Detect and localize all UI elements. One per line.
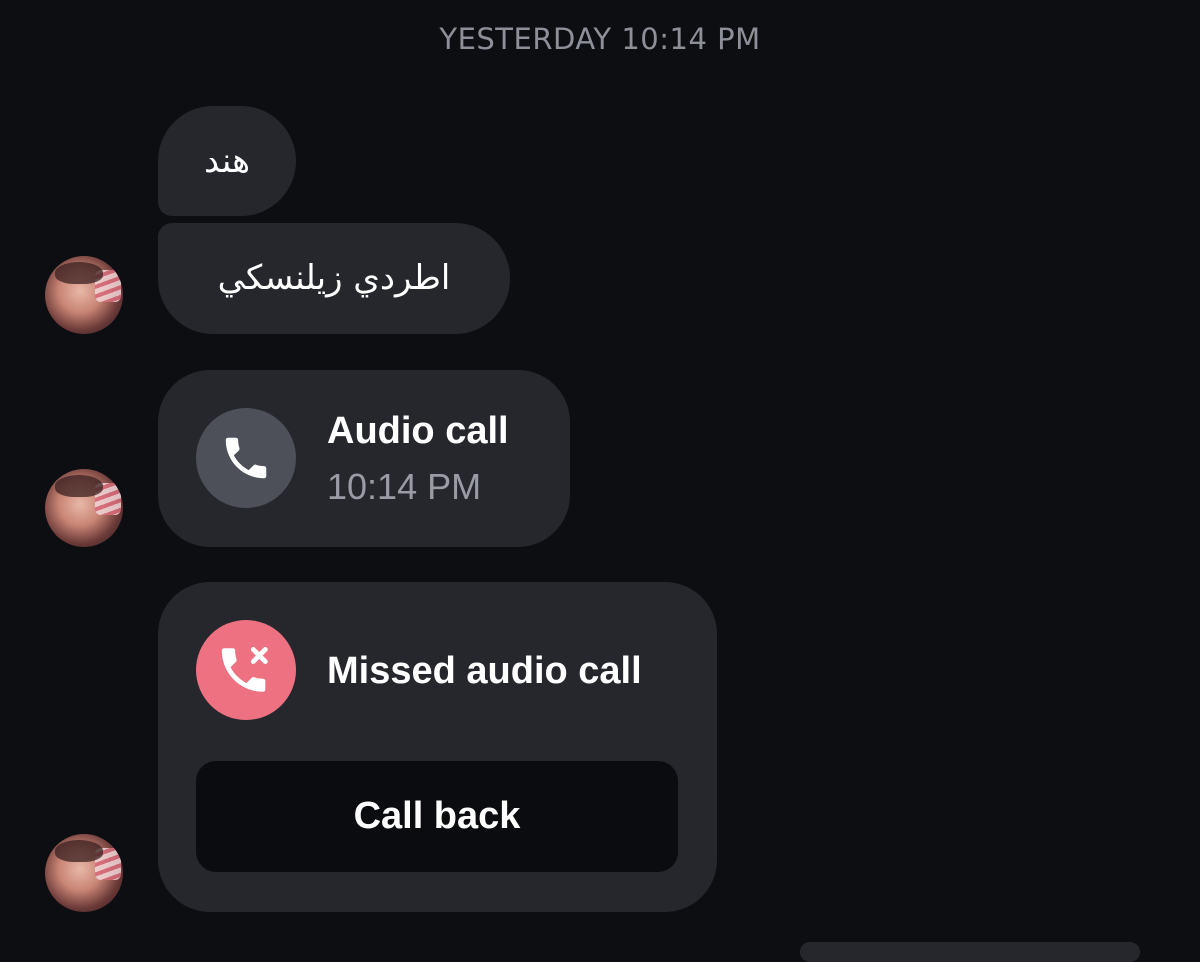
phone-icon xyxy=(225,437,267,479)
audio-call-time: 10:14 PM xyxy=(327,466,482,507)
sender-avatar[interactable] xyxy=(45,469,123,547)
missed-call-card[interactable]: Missed audio call Call back xyxy=(158,582,717,912)
missed-call-title: Missed audio call xyxy=(327,650,642,692)
audio-call-card[interactable]: Audio call 10:14 PM xyxy=(158,370,570,547)
audio-call-icon-circle xyxy=(196,408,296,508)
missed-call-icon xyxy=(221,647,268,692)
call-back-button[interactable]: Call back xyxy=(196,761,678,872)
sender-avatar[interactable] xyxy=(45,256,123,334)
sender-avatar[interactable] xyxy=(45,834,123,912)
conversation-timestamp: YESTERDAY 10:14 PM xyxy=(439,22,761,56)
message-text: اطردي زيلنسكي xyxy=(217,258,451,298)
audio-call-title: Audio call xyxy=(327,410,509,452)
next-message-bubble-edge xyxy=(800,942,1140,962)
message-text: هند xyxy=(203,141,251,181)
message-bubble[interactable]: هند xyxy=(158,106,296,216)
missed-call-icon-circle xyxy=(196,620,296,720)
message-bubble[interactable]: اطردي زيلنسكي xyxy=(158,223,510,334)
